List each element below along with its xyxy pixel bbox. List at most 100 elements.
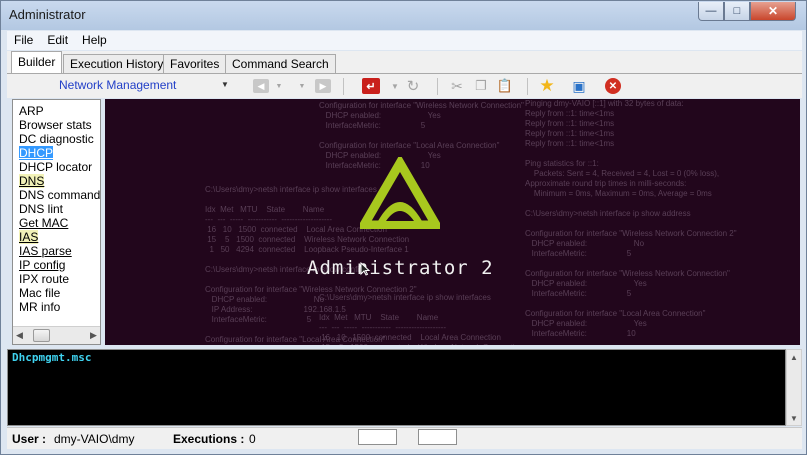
command-item[interactable]: DNS lint [19, 202, 100, 216]
command-item-label: MR info [19, 300, 61, 314]
command-item[interactable]: Mac file [19, 286, 100, 300]
vertical-scrollbar[interactable]: ▲ ▼ [786, 349, 802, 426]
command-item-label: DHCP [19, 146, 54, 160]
tab-command-search[interactable]: Command Search [225, 54, 336, 73]
scroll-thumb[interactable] [33, 329, 50, 342]
forward-button[interactable]: ▶ [313, 77, 333, 95]
command-item-label: Mac file [19, 286, 61, 300]
minimize-icon: — [705, 5, 717, 17]
tab-builder[interactable]: Builder [11, 51, 63, 73]
run-icon: ↵ [362, 78, 380, 94]
forward-dropdown[interactable]: ▼ [292, 77, 312, 95]
background-decoration: C:\Users\dmy>netsh interface ip show int… [319, 293, 523, 345]
maximize-icon: □ [733, 5, 741, 17]
paste-icon: 📋 [496, 78, 514, 93]
command-item[interactable]: IP config [19, 258, 100, 272]
command-item-label: ARP [19, 104, 44, 118]
menu-edit[interactable]: Edit [40, 31, 75, 50]
command-output[interactable]: Dhcpmgmt.msc [7, 349, 786, 426]
menu-help[interactable]: Help [75, 31, 114, 50]
back-icon: ◀ [253, 79, 269, 93]
executions-label: Executions : [173, 432, 245, 446]
cut-icon: ✂ [451, 77, 463, 94]
command-item-label: DNS lint [19, 202, 64, 216]
command-item-label: IPX route [19, 272, 70, 286]
command-item-label: DNS command [19, 188, 101, 202]
refresh-button[interactable]: ↻ [403, 77, 423, 95]
splash-title: Administrator 2 [307, 257, 494, 279]
command-list-pane[interactable]: ARP Browser stats DC diagnostic DHCP DHCP lo… [12, 99, 101, 345]
command-item[interactable]: Get MAC [19, 216, 100, 230]
paste-button[interactable]: 📋 [495, 77, 515, 95]
command-item[interactable]: MR info [19, 300, 100, 314]
chevron-down-icon[interactable]: ▼ [221, 80, 229, 89]
stop-icon: ✕ [605, 78, 621, 94]
app-logo-icon [360, 157, 440, 229]
status-panel [418, 429, 457, 445]
scroll-left-icon[interactable]: ◀ [16, 330, 23, 341]
user-value: dmy-VAIO\dmy [54, 432, 135, 446]
command-item[interactable]: IPX route [19, 272, 100, 286]
command-item[interactable]: ARP [19, 104, 100, 118]
command-item[interactable]: IAS parse [19, 244, 100, 258]
command-item[interactable]: Browser stats [19, 118, 100, 132]
splash-panel: Configuration for interface "Wireless Ne… [105, 99, 800, 345]
stop-button[interactable]: ✕ [603, 77, 623, 95]
close-button[interactable]: ✕ [750, 2, 796, 21]
command-item-label: DC diagnostic [19, 132, 94, 146]
toolbar: Network Management ▼ ◀ ▼ ▼ ▶ ↵ ▼ ↻ ✂ ❐ 📋… [7, 73, 802, 98]
user-label: User : [12, 432, 47, 446]
status-panel [358, 429, 397, 445]
command-item[interactable]: DNS [19, 174, 100, 188]
command-list: ARP Browser stats DC diagnostic DHCP DHCP lo… [19, 104, 100, 314]
mouse-cursor-icon [360, 262, 370, 276]
command-item-label: IP config [19, 258, 66, 272]
toolbar-separator [343, 78, 344, 95]
tab-execution-history[interactable]: Execution History [63, 54, 171, 73]
back-dropdown[interactable]: ▼ [269, 77, 289, 95]
toolbar-separator [437, 78, 438, 95]
output-text: Dhcpmgmt.msc [12, 351, 92, 364]
scroll-down-icon[interactable]: ▼ [790, 414, 798, 423]
command-item[interactable]: IAS [19, 230, 100, 244]
horizontal-scrollbar[interactable]: ◀ ▶ [13, 326, 100, 344]
copy-icon: ❐ [475, 78, 487, 93]
command-item[interactable]: DHCP [19, 146, 100, 160]
close-icon: ✕ [767, 4, 779, 18]
command-item-label: DNS [19, 174, 45, 188]
dropdown-icon: ▼ [391, 81, 399, 91]
menu-file[interactable]: File [7, 31, 40, 50]
copy-button[interactable]: ❐ [471, 77, 491, 95]
monitor-icon: ▣ [572, 77, 586, 94]
favorite-button[interactable]: ★ [537, 76, 557, 95]
command-item-label: IAS [19, 230, 39, 244]
scroll-right-icon[interactable]: ▶ [90, 330, 97, 341]
command-item-label: Get MAC [19, 216, 69, 230]
command-item-label: DHCP locator [19, 160, 93, 174]
toolbar-separator [527, 78, 528, 95]
command-item[interactable]: DNS command [19, 188, 100, 202]
title-bar[interactable]: Administrator — □ ✕ [1, 1, 806, 30]
monitor-button[interactable]: ▣ [569, 77, 589, 95]
maximize-button[interactable]: □ [724, 2, 750, 21]
command-item-label: Browser stats [19, 118, 92, 132]
back-button[interactable]: ◀ [251, 77, 271, 95]
minimize-button[interactable]: — [698, 2, 724, 21]
window-title: Administrator [9, 7, 86, 22]
command-item[interactable]: DC diagnostic [19, 132, 100, 146]
menu-bar: File Edit Help [7, 31, 802, 50]
forward-icon: ▶ [315, 79, 331, 93]
scroll-up-icon[interactable]: ▲ [790, 353, 798, 362]
command-item[interactable]: DHCP locator [19, 160, 100, 174]
app-window: Administrator — □ ✕ File Edit Help Build… [0, 0, 807, 455]
background-decoration: Pinging dmy-VAIO [::1] with 32 bytes of … [525, 99, 737, 338]
favorite-star-icon: ★ [539, 76, 555, 95]
run-button[interactable]: ↵ [361, 77, 381, 95]
refresh-icon: ↻ [406, 78, 420, 95]
command-item-label: IAS parse [19, 244, 72, 258]
tab-favorites[interactable]: Favorites [163, 54, 227, 73]
executions-value: 0 [249, 432, 256, 446]
cut-button[interactable]: ✂ [447, 77, 467, 95]
dropdown-icon: ▼ [298, 82, 306, 90]
run-dropdown[interactable]: ▼ [385, 77, 405, 95]
